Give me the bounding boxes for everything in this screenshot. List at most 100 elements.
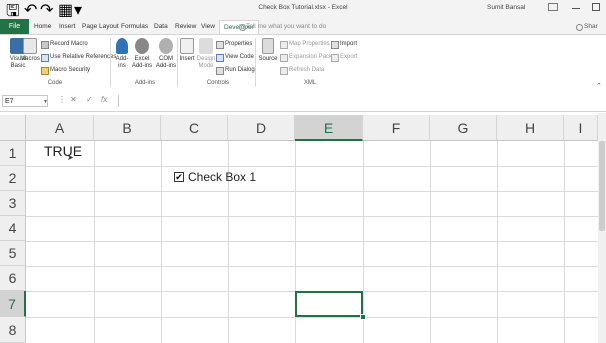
insert-control-label: Insert (179, 56, 195, 62)
com-addins-label-2: Add-ins (155, 63, 177, 69)
cancel-icon[interactable]: ✕ (70, 95, 77, 104)
cell-a1-value[interactable]: TRUE (44, 143, 82, 159)
gridline (26, 191, 606, 192)
fill-handle[interactable] (360, 314, 366, 320)
excel-addins-label-2: Add-ins (131, 63, 153, 69)
column-header-f[interactable]: F (363, 115, 430, 141)
gridline (564, 141, 565, 343)
active-cell-e7[interactable] (295, 291, 363, 317)
tab-home[interactable]: Home (34, 20, 51, 34)
gridline (161, 141, 162, 343)
xml-source-icon (262, 38, 274, 54)
tab-file[interactable]: File (0, 19, 29, 34)
run-dialog-icon (216, 67, 224, 75)
map-properties-label: Map Properties (289, 41, 330, 47)
toolbox-icon (180, 38, 194, 54)
more-options-icon: ⋮ (58, 95, 66, 104)
share-icon[interactable] (576, 24, 583, 31)
tab-insert[interactable]: Insert (59, 20, 75, 34)
export-label: Export (340, 54, 358, 60)
design-mode-icon (199, 38, 213, 54)
collapse-ribbon-icon[interactable]: ⌃ (596, 82, 602, 90)
design-mode-button[interactable]: Design Mode (196, 38, 216, 70)
view-code-icon (216, 54, 224, 62)
gridline (26, 216, 606, 217)
macros-button[interactable]: Macros (20, 38, 40, 63)
xml-source-button[interactable]: Source (258, 38, 278, 63)
com-gear-icon (159, 38, 173, 54)
column-header-i[interactable]: I (564, 115, 598, 141)
insert-control-button[interactable]: Insert (178, 38, 196, 63)
addins-icon (116, 38, 128, 54)
column-header-e[interactable]: E (295, 115, 363, 141)
gridline (26, 317, 606, 318)
row-header-7[interactable]: 7 (0, 291, 26, 317)
warning-icon (41, 67, 49, 75)
select-all-corner[interactable] (0, 115, 26, 141)
ribbon-separator (110, 38, 111, 87)
column-header-g[interactable]: G (430, 115, 497, 141)
properties-icon (216, 41, 224, 49)
row-header-5[interactable]: 5 (0, 241, 26, 266)
expansion-packs-label: Expansion Packs (289, 54, 336, 60)
group-label-code: Code (47, 80, 63, 86)
row-header-6[interactable]: 6 (0, 266, 26, 291)
refresh-data-label: Refresh Data (289, 67, 325, 73)
checkbox-label[interactable]: Check Box 1 (188, 170, 256, 184)
com-addins-button[interactable]: COM Add-ins (155, 38, 177, 70)
vertical-scrollbar-thumb[interactable] (599, 141, 605, 231)
column-header-d[interactable]: D (228, 115, 295, 141)
column-header-h[interactable]: H (497, 115, 564, 141)
macro-security-label: Macro Security (50, 67, 91, 73)
gridline (26, 166, 606, 167)
tab-formulas[interactable]: Formulas (121, 20, 148, 34)
column-header-b[interactable]: B (94, 115, 161, 141)
column-header-c[interactable]: C (161, 115, 228, 141)
gear-icon (135, 38, 149, 54)
group-label-controls: Controls (206, 80, 230, 86)
group-label-addins: Add-ins (134, 80, 156, 86)
mouse-cursor-icon: ➤ (67, 153, 74, 162)
addins-label: Add- (115, 56, 129, 62)
excel-addins-button[interactable]: Excel Add-ins (131, 38, 153, 70)
com-addins-label: COM (159, 56, 173, 62)
view-code-label: View Code (225, 54, 254, 60)
excel-addins-label: Excel (134, 56, 150, 62)
addins-button[interactable]: Add- ins (114, 38, 130, 70)
gridline (26, 266, 606, 267)
xml-source-label: Source (258, 56, 278, 62)
tab-data[interactable]: Data (154, 20, 168, 34)
run-dialog-label: Run Dialog (225, 67, 255, 73)
column-header-a[interactable]: A (26, 115, 94, 141)
row-header-2[interactable]: 2 (0, 166, 26, 191)
gridline (94, 141, 95, 343)
tab-review[interactable]: Review (175, 20, 196, 34)
group-label-xml: XML (303, 80, 317, 86)
lightbulb-icon (239, 24, 246, 31)
insert-function-icon[interactable]: fx (101, 95, 107, 104)
row-header-1[interactable]: 1 (0, 141, 26, 166)
tab-view[interactable]: View (201, 20, 215, 34)
enter-icon[interactable]: ✓ (86, 95, 93, 104)
user-name[interactable]: Sumit Bansal (487, 4, 525, 11)
name-box-dropdown-icon[interactable]: ▼ (43, 99, 48, 105)
import-icon (331, 41, 339, 49)
tell-me-search[interactable]: Tell me what you want to do (246, 20, 326, 34)
macros-icon (23, 38, 37, 54)
ribbon-display-options-icon[interactable] (548, 3, 558, 11)
checkbox-icon[interactable]: ✔ (174, 172, 184, 182)
gridline (363, 141, 364, 343)
row-header-3[interactable]: 3 (0, 191, 26, 216)
expansion-packs-icon (280, 54, 288, 62)
row-header-8[interactable]: 8 (0, 317, 26, 343)
refresh-icon (280, 67, 288, 75)
name-box[interactable]: E7 (2, 95, 48, 107)
minimize-icon[interactable] (572, 8, 580, 9)
row-header-4[interactable]: 4 (0, 216, 26, 241)
gridline (497, 141, 498, 343)
formula-input[interactable] (118, 95, 606, 107)
share-button[interactable]: Shar (584, 20, 598, 34)
restore-icon[interactable] (592, 3, 600, 11)
properties-label: Properties (225, 41, 253, 47)
tab-page-layout[interactable]: Page Layout (82, 20, 119, 34)
